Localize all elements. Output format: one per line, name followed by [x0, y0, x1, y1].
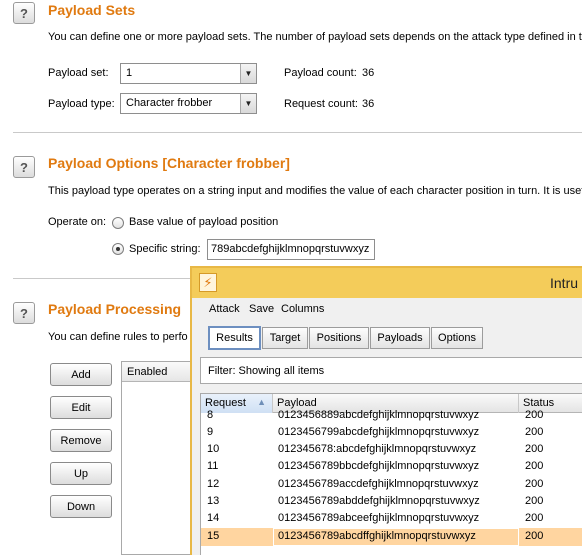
menu-save[interactable]: Save	[249, 303, 274, 315]
help-icon[interactable]: ?	[13, 156, 35, 178]
table-row[interactable]: 11 0123456789bbcdefghijklmnopqrstuvwxyz …	[201, 458, 582, 476]
row-status: 200	[525, 443, 544, 455]
operate-on-label: Operate on:	[48, 216, 107, 228]
row-payload: 0123456789abceefghijklmnopqrstuvwxyz	[278, 512, 480, 524]
add-button[interactable]: Add	[50, 363, 112, 386]
payload-type-select[interactable]: Character frobber ▼	[120, 93, 257, 114]
burp-logo-icon: ⚡	[199, 273, 217, 292]
row-request: 8	[207, 409, 214, 421]
table-row[interactable]: 10 012345678:abcdefghijklmnopqrstuvwxyz …	[201, 441, 582, 459]
payload-processing-description: You can define rules to perfo	[48, 331, 188, 343]
payload-type-label: Payload type:	[48, 98, 115, 110]
title-bar[interactable]: ⚡ Intru	[192, 268, 582, 298]
dropdown-arrow-icon[interactable]: ▼	[240, 94, 256, 113]
tab-target[interactable]: Target	[262, 327, 308, 349]
row-payload: 0123456799abcdefghijklmnopqrstuvwxyz	[278, 426, 480, 438]
row-payload: 0123456789abddefghijklmnopqrstuvwxyz	[278, 495, 480, 507]
up-button[interactable]: Up	[50, 462, 112, 485]
row-status: 200	[525, 460, 544, 472]
help-icon[interactable]: ?	[13, 2, 35, 24]
remove-button[interactable]: Remove	[50, 429, 112, 452]
table-row[interactable]: 8 0123456889abcdefghijklmnopqrstuvwxyz 2…	[201, 407, 582, 425]
row-status: 200	[525, 495, 544, 507]
row-payload: 0123456789abcdffghijklmnopqrstuvwxyz	[273, 528, 519, 546]
row-status: 200	[525, 530, 544, 542]
table-row[interactable]: 14 0123456789abceefghijklmnopqrstuvwxyz …	[201, 510, 582, 528]
row-payload: 0123456889abcdefghijklmnopqrstuvwxyz	[278, 409, 480, 421]
row-payload: 0123456789bbcdefghijklmnopqrstuvwxyz	[278, 460, 480, 472]
tab-results[interactable]: Results	[208, 326, 261, 350]
row-request: 13	[207, 495, 220, 507]
payload-sets-description: You can define one or more payload sets.…	[48, 31, 582, 43]
section-divider	[13, 278, 193, 279]
intruder-window: ⚡ Intru Attack Save Columns Results Targ…	[190, 266, 582, 555]
radio-base-value[interactable]	[112, 217, 124, 229]
row-status: 200	[525, 409, 544, 421]
row-request: 9	[207, 426, 214, 438]
row-request: 14	[207, 512, 220, 524]
radio-base-value-label: Base value of payload position	[129, 216, 279, 228]
row-status: 200	[525, 512, 544, 524]
payload-count-value: 36	[362, 67, 375, 79]
menu-attack[interactable]: Attack	[209, 303, 240, 315]
processing-rules-table[interactable]: Enabled	[121, 361, 196, 555]
request-count-value: 36	[362, 98, 375, 110]
row-request: 11	[207, 460, 219, 472]
edit-button[interactable]: Edit	[50, 396, 112, 419]
menu-columns[interactable]: Columns	[281, 303, 324, 315]
row-payload: 0123456789accdefghijklmnopqrstuvwxyz	[278, 478, 479, 490]
table-row[interactable]: 13 0123456789abddefghijklmnopqrstuvwxyz …	[201, 493, 582, 511]
section-divider	[13, 132, 582, 133]
tab-options[interactable]: Options	[431, 327, 483, 349]
tab-payloads[interactable]: Payloads	[370, 327, 430, 349]
table-row[interactable]: 9 0123456799abcdefghijklmnopqrstuvwxyz 2…	[201, 424, 582, 442]
payload-options-title: Payload Options [Character frobber]	[48, 155, 290, 171]
payload-set-select[interactable]: 1 ▼	[120, 63, 257, 84]
row-status: 200	[525, 426, 544, 438]
row-request: 12	[207, 478, 220, 490]
radio-specific-string-label: Specific string:	[129, 243, 201, 255]
results-table[interactable]: Request ▲ Payload Status 8 0123456889abc…	[200, 393, 582, 555]
payload-options-description: This payload type operates on a string i…	[48, 185, 582, 197]
table-row[interactable]: 12 0123456789accdefghijklmnopqrstuvwxyz …	[201, 476, 582, 494]
payload-set-label: Payload set:	[48, 67, 109, 79]
tab-positions[interactable]: Positions	[309, 327, 369, 349]
help-icon[interactable]: ?	[13, 302, 35, 324]
sort-ascending-icon: ▲	[257, 397, 266, 407]
table-row-selected[interactable]: 15 0123456789abcdffghijklmnopqrstuvwxyz …	[201, 528, 582, 546]
specific-string-input[interactable]: 789abcdefghijklmnopqrstuvwxyz	[207, 239, 375, 260]
down-button[interactable]: Down	[50, 495, 112, 518]
payload-set-value: 1	[126, 67, 133, 79]
radio-specific-string[interactable]	[112, 243, 124, 255]
row-request: 10	[207, 443, 220, 455]
payload-processing-title: Payload Processing	[48, 301, 182, 317]
row-request: 15	[207, 530, 220, 542]
request-count-label: Request count:	[284, 98, 358, 110]
payload-sets-title: Payload Sets	[48, 2, 136, 18]
enabled-column-header[interactable]: Enabled	[122, 362, 195, 382]
payload-type-value: Character frobber	[126, 97, 213, 109]
window-title: Intru	[550, 275, 579, 291]
row-payload: 012345678:abcdefghijklmnopqrstuvwxyz	[278, 443, 477, 455]
payload-count-label: Payload count:	[284, 67, 357, 79]
dropdown-arrow-icon[interactable]: ▼	[240, 64, 256, 83]
row-status: 200	[525, 478, 544, 490]
filter-bar[interactable]: Filter: Showing all items	[200, 357, 582, 384]
